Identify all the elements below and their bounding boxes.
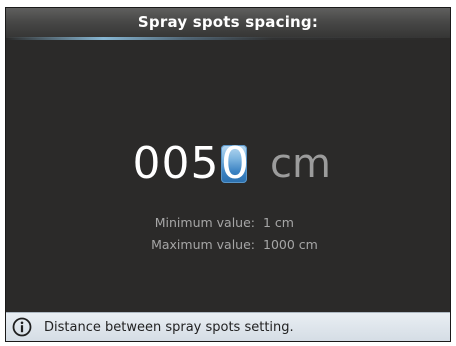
spacing-setting-screen: Spray spots spacing: 0 0 5 0 cm Minimum … (5, 7, 451, 342)
digit-group: 0 0 5 0 (132, 134, 250, 194)
min-value: 1 cm (263, 215, 294, 230)
max-value: 1000 cm (263, 237, 318, 252)
max-label: Maximum value: (151, 237, 255, 252)
digit-1[interactable]: 0 (132, 134, 161, 194)
info-text: Distance between spray spots setting. (44, 319, 294, 335)
min-label: Minimum value: (154, 215, 255, 230)
value-limits: Minimum value: 1 cm Maximum value: 1000 … (6, 212, 450, 256)
min-limit-row: Minimum value: 1 cm (6, 212, 450, 234)
digit-4-selected[interactable]: 0 (221, 142, 249, 186)
digit-3[interactable]: 5 (190, 134, 219, 194)
info-bar: Distance between spray spots setting. (6, 312, 450, 341)
max-limit-row: Maximum value: 1000 cm (6, 234, 450, 256)
value-editor: 0 0 5 0 cm (6, 134, 450, 194)
header-divider (6, 37, 450, 40)
digit-2[interactable]: 0 (161, 134, 190, 194)
page-title: Spray spots spacing: (6, 8, 450, 38)
info-icon (12, 317, 32, 337)
unit-label: cm (270, 141, 331, 187)
